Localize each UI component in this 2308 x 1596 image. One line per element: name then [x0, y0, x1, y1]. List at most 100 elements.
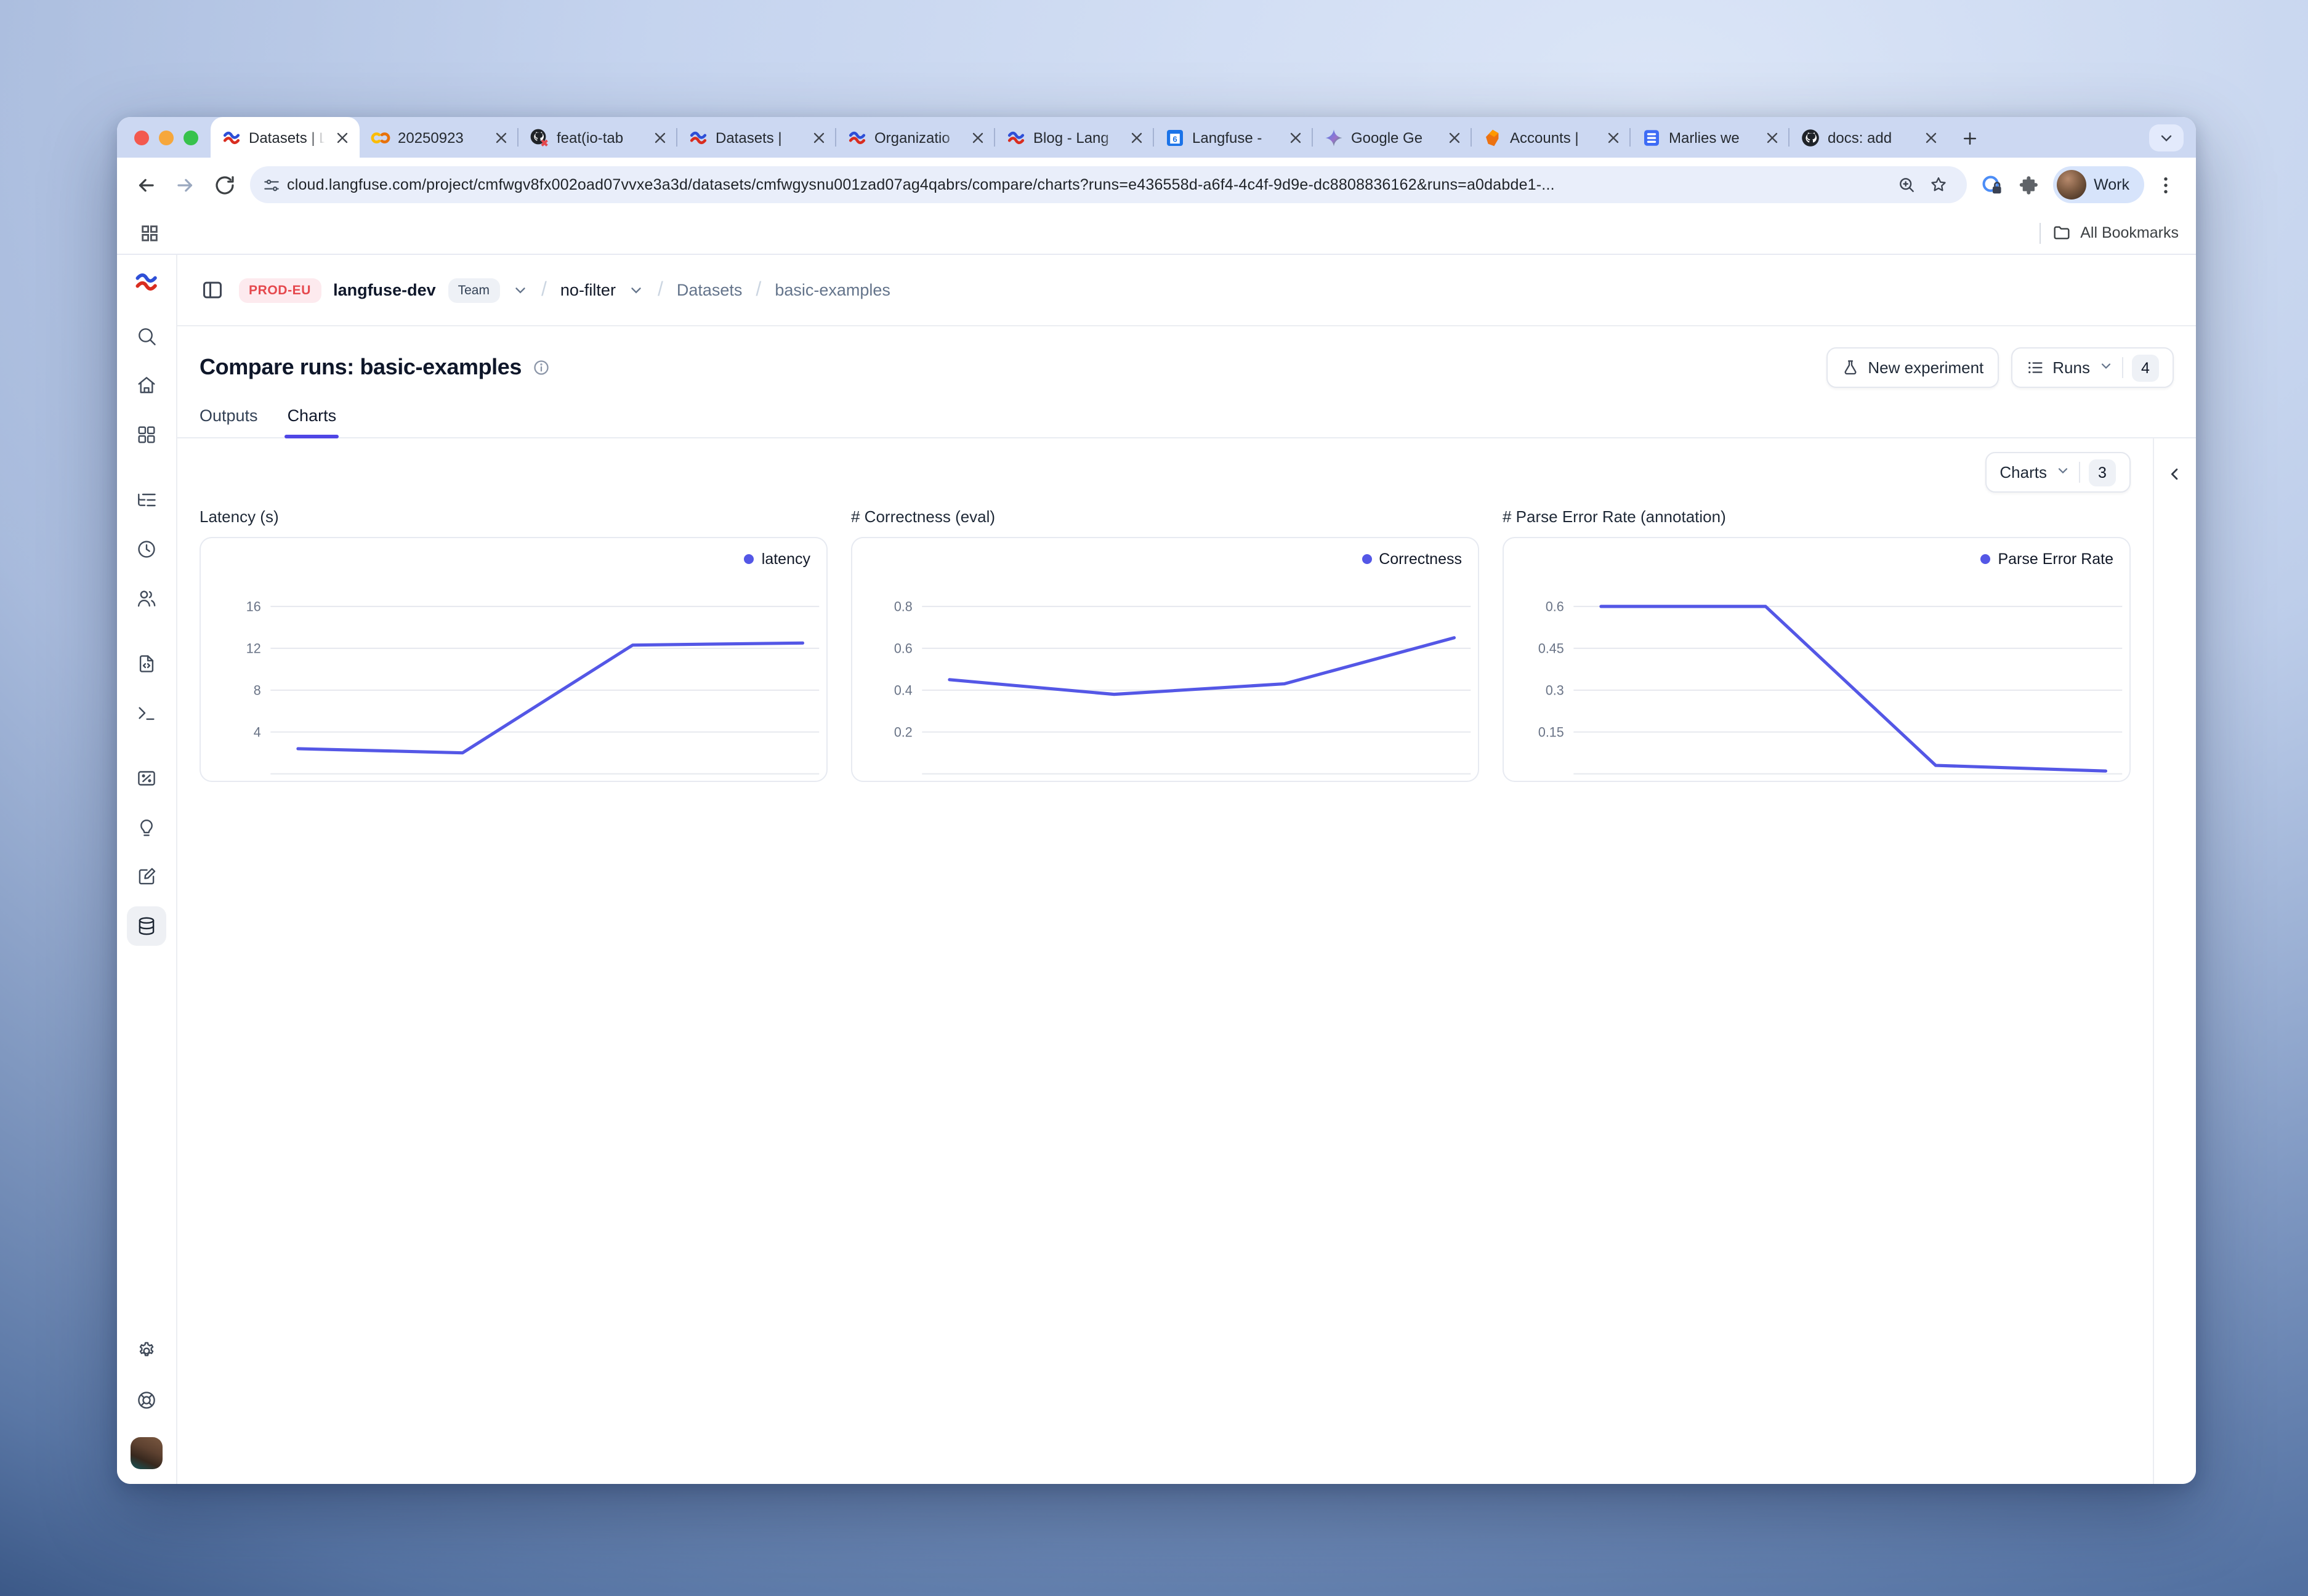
sidebar-item-evaluation[interactable]	[127, 759, 166, 798]
charts-dropdown-button[interactable]: Charts 3	[1985, 452, 2131, 493]
langfuse-favicon	[847, 127, 867, 147]
collapse-panel-chevron-left-icon[interactable]	[2161, 461, 2189, 488]
chart-card[interactable]: 0.80.60.40.2Correctness	[851, 537, 1479, 782]
sidebar-item-search[interactable]	[127, 316, 166, 356]
browser-tab[interactable]: docs: add	[1790, 117, 1948, 158]
maximize-window-button[interactable]	[184, 130, 198, 145]
url-text[interactable]: cloud.langfuse.com/project/cmfwgv8fx002o…	[287, 176, 1890, 193]
playground-icon	[135, 702, 158, 724]
breadcrumb-datasets-link[interactable]: Datasets	[677, 281, 743, 299]
prompts-icon	[135, 653, 158, 675]
zoom-page-icon[interactable]	[1890, 169, 1923, 201]
all-bookmarks-button[interactable]: All Bookmarks	[2052, 223, 2179, 243]
browser-tab[interactable]: Blog - Lang	[995, 117, 1154, 158]
org-chevron-down-icon[interactable]	[512, 282, 528, 298]
minimize-window-button[interactable]	[159, 130, 174, 145]
sidebar-toggle-icon[interactable]	[197, 275, 227, 305]
forward-button[interactable]	[166, 166, 203, 203]
close-tab-icon[interactable]	[1446, 129, 1463, 146]
apps-grid-icon[interactable]	[134, 218, 164, 248]
user-avatar[interactable]	[131, 1437, 163, 1469]
close-tab-icon[interactable]	[493, 129, 510, 146]
close-window-button[interactable]	[134, 130, 149, 145]
tab-charts[interactable]: Charts	[288, 406, 337, 437]
browser-tab[interactable]: 20250923	[360, 117, 518, 158]
tab-outputs[interactable]: Outputs	[200, 406, 258, 437]
bookmark-star-icon[interactable]	[1923, 169, 1955, 201]
langfuse-logo[interactable]	[133, 268, 160, 296]
close-tab-icon[interactable]	[1923, 129, 1940, 146]
runs-dropdown-button[interactable]: Runs 4	[2011, 347, 2174, 388]
sidebar-item-sessions[interactable]	[127, 530, 166, 569]
sidebar-item-datasets[interactable]	[127, 906, 166, 946]
sidebar-item-support[interactable]	[127, 1380, 166, 1420]
sidebar-item-users[interactable]	[127, 579, 166, 618]
new-experiment-button[interactable]: New experiment	[1826, 347, 1998, 388]
chart-card[interactable]: 0.60.450.30.15Parse Error Rate	[1503, 537, 2131, 782]
browser-tab[interactable]: Organizatio	[836, 117, 995, 158]
close-tab-icon[interactable]	[1128, 129, 1145, 146]
runs-count-badge: 4	[2132, 354, 2159, 381]
info-icon[interactable]	[531, 358, 550, 377]
sidebar-item-tracing[interactable]	[127, 480, 166, 520]
browser-tab[interactable]: Marlies we	[1631, 117, 1790, 158]
sidebar-item-dashboards[interactable]	[127, 415, 166, 454]
breadcrumb-separator: /	[656, 279, 664, 301]
reload-button[interactable]	[206, 166, 243, 203]
tab-title: Blog - Lang	[1033, 129, 1121, 146]
browser-tab[interactable]: feat(io-tab	[518, 117, 677, 158]
site-settings-icon[interactable]	[255, 171, 287, 198]
breadcrumb-separator: /	[540, 279, 548, 301]
breadcrumb-project[interactable]: no-filter	[560, 281, 616, 299]
browser-profile-chip[interactable]: Work	[2053, 166, 2144, 203]
close-tab-icon[interactable]	[652, 129, 669, 146]
browser-tab[interactable]: Datasets | L	[211, 117, 360, 158]
bookmarks-divider	[2040, 222, 2041, 243]
browser-tab[interactable]: Accounts |	[1472, 117, 1631, 158]
browser-tab[interactable]: 6Langfuse -	[1154, 117, 1313, 158]
extensions-puzzle-icon[interactable]	[2011, 167, 2046, 202]
chart-legend: Parse Error Rate	[1980, 550, 2113, 568]
sidebar-item-playground[interactable]	[127, 693, 166, 733]
svg-text:0.15: 0.15	[1538, 724, 1564, 740]
project-chevron-down-icon[interactable]	[628, 282, 644, 298]
sidebar-item-annotation[interactable]	[127, 857, 166, 897]
chart-column: Latency (s) 161284latency	[200, 507, 828, 782]
environment-badge[interactable]: PROD-EU	[239, 278, 321, 302]
close-tab-icon[interactable]	[1287, 129, 1304, 146]
svg-text:4: 4	[254, 724, 261, 740]
chart-card[interactable]: 161284latency	[200, 537, 828, 782]
browser-menu-kebab-icon[interactable]	[2147, 166, 2184, 203]
breadcrumb-org[interactable]: langfuse-dev	[333, 281, 436, 299]
address-bar[interactable]: cloud.langfuse.com/project/cmfwgv8fx002o…	[250, 166, 1967, 203]
tab-list-chevron-button[interactable]	[2149, 124, 2184, 151]
new-tab-button[interactable]	[1953, 122, 1985, 154]
close-tab-icon[interactable]	[969, 129, 987, 146]
browser-tab[interactable]: Datasets |	[677, 117, 836, 158]
password-manager-icon[interactable]	[1974, 167, 2009, 202]
tab-title: Datasets | L	[249, 129, 326, 146]
chart-title: Latency (s)	[200, 507, 828, 526]
app-sidebar-rail	[117, 255, 177, 1484]
line-chart-plot: 161284	[201, 538, 826, 781]
accounts-favicon	[1483, 127, 1503, 147]
line-chart-plot: 0.80.60.40.2	[852, 538, 1478, 781]
page-content: Charts 3 Latency (s)161284latency# Corre…	[177, 438, 2196, 1484]
datasets-icon	[135, 915, 158, 937]
page-tabs: Outputs Charts	[177, 406, 2196, 438]
right-collapse-rail	[2153, 438, 2196, 1484]
sidebar-item-home[interactable]	[127, 366, 166, 405]
sidebar-item-insights[interactable]	[127, 808, 166, 847]
sidebar-item-prompts[interactable]	[127, 644, 166, 683]
close-tab-icon[interactable]	[1764, 129, 1781, 146]
tab-title: Langfuse -	[1192, 129, 1280, 146]
close-tab-icon[interactable]	[334, 129, 351, 146]
breadcrumb-dataset-name[interactable]: basic-examples	[775, 281, 890, 299]
close-tab-icon[interactable]	[810, 129, 828, 146]
charts-count-badge: 3	[2089, 459, 2116, 486]
sidebar-item-settings[interactable]	[127, 1331, 166, 1371]
close-tab-icon[interactable]	[1605, 129, 1622, 146]
back-button[interactable]	[127, 166, 164, 203]
browser-tab[interactable]: Google Ge	[1313, 117, 1472, 158]
langfuse-app: PROD-EU langfuse-dev Team / no-filter / …	[117, 255, 2196, 1484]
